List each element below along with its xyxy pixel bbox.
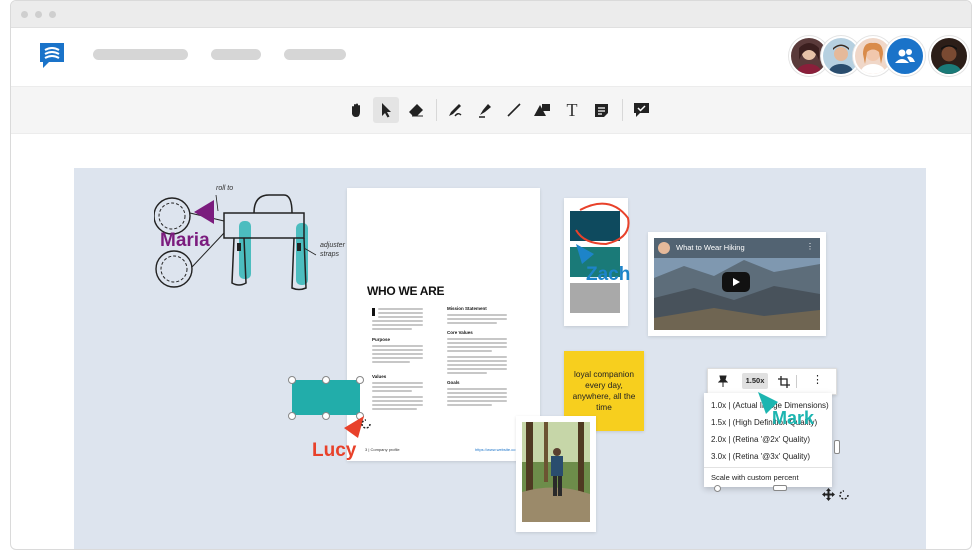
lucy-cursor-label: Lucy bbox=[312, 440, 357, 461]
document-footer-link[interactable]: https://www.website.co bbox=[475, 447, 515, 452]
app-header bbox=[11, 28, 971, 84]
resize-handle[interactable] bbox=[773, 485, 787, 491]
toolbar-separator bbox=[436, 99, 437, 121]
shapes-icon[interactable] bbox=[529, 97, 555, 123]
window-minimize-dot[interactable] bbox=[35, 11, 42, 18]
hiker-photo[interactable] bbox=[522, 422, 590, 522]
resize-handle[interactable] bbox=[288, 376, 296, 384]
document-heading: Values bbox=[372, 374, 387, 379]
resize-handle[interactable] bbox=[322, 412, 330, 420]
group-users-icon[interactable] bbox=[885, 36, 925, 76]
window-maximize-dot[interactable] bbox=[49, 11, 56, 18]
window-titlebar bbox=[11, 1, 971, 28]
resize-handle[interactable] bbox=[714, 485, 721, 492]
maria-cursor-icon bbox=[194, 200, 214, 224]
scale-option[interactable]: 2.0x | (Retina '@2x' Quality) bbox=[711, 435, 810, 444]
resize-handle[interactable] bbox=[288, 412, 296, 420]
nav-placeholder-3[interactable] bbox=[284, 49, 346, 60]
whiteboard-canvas[interactable]: roll to adjuster straps Maria WHO WE ARE… bbox=[74, 168, 926, 549]
drawing-toolbar: T bbox=[11, 86, 971, 134]
rotate-icon[interactable] bbox=[838, 489, 850, 501]
video-menu-icon[interactable]: ⋮ bbox=[806, 242, 814, 251]
document-title: WHO WE ARE bbox=[367, 284, 445, 298]
play-button[interactable] bbox=[722, 272, 750, 292]
nav-placeholder-2[interactable] bbox=[211, 49, 261, 60]
resize-handle[interactable] bbox=[356, 376, 364, 384]
scale-custom-option[interactable]: Scale with custom percent bbox=[711, 473, 799, 482]
text-icon[interactable]: T bbox=[559, 97, 585, 123]
pen-icon[interactable] bbox=[442, 97, 468, 123]
document-heading: Goals bbox=[447, 380, 460, 385]
avatar[interactable] bbox=[929, 36, 969, 76]
hand-icon[interactable] bbox=[344, 97, 370, 123]
sticky-note-icon[interactable] bbox=[588, 97, 614, 123]
comment-icon[interactable] bbox=[628, 97, 654, 123]
nav-placeholder-1[interactable] bbox=[93, 49, 188, 60]
video-embed-card[interactable]: What to Wear Hiking ⋮ bbox=[648, 232, 826, 336]
palette-swatch[interactable] bbox=[570, 283, 620, 313]
pin-icon[interactable] bbox=[717, 375, 729, 390]
toolbar-separator bbox=[622, 99, 623, 121]
window-close-dot[interactable] bbox=[21, 11, 28, 18]
menu-divider bbox=[704, 467, 832, 468]
mark-cursor-label: Mark bbox=[772, 408, 815, 428]
more-options-icon[interactable]: ⋮ bbox=[812, 373, 823, 386]
document-footer-left: 3 | Company profile bbox=[365, 447, 400, 452]
line-icon[interactable] bbox=[501, 97, 527, 123]
resize-handle[interactable] bbox=[834, 440, 840, 454]
scale-dropdown-button[interactable]: 1.50x bbox=[742, 373, 768, 389]
maria-cursor-label: Maria bbox=[160, 230, 210, 251]
video-title: What to Wear Hiking bbox=[676, 243, 745, 252]
zach-cursor-icon bbox=[576, 244, 594, 264]
app-logo-icon[interactable] bbox=[37, 40, 67, 70]
document-heading: Purpose bbox=[372, 337, 391, 342]
app-window: T roll to adjuster straps Maria WHO WE A… bbox=[10, 0, 972, 550]
rotate-icon[interactable] bbox=[360, 418, 372, 430]
move-icon[interactable] bbox=[822, 488, 835, 501]
teal-rectangle-shape[interactable] bbox=[292, 380, 360, 415]
eraser-icon[interactable] bbox=[403, 97, 429, 123]
sketch-label-roll: roll to bbox=[216, 185, 234, 192]
document-heading: Mission Statement bbox=[447, 306, 487, 311]
document-dropcap bbox=[372, 308, 375, 316]
scale-option[interactable]: 3.0x | (Retina '@3x' Quality) bbox=[711, 452, 810, 461]
pointer-icon[interactable] bbox=[373, 97, 399, 123]
toolbar-separator bbox=[796, 375, 797, 388]
document-heading: Core Values bbox=[447, 330, 473, 335]
resize-handle[interactable] bbox=[322, 376, 330, 384]
highlighter-icon[interactable] bbox=[472, 97, 498, 123]
document-who-we-are[interactable]: WHO WE ARE Purpose Values Mission Statem… bbox=[347, 188, 540, 461]
sticky-note-text: loyal companion every day, anywhere, all… bbox=[572, 369, 636, 412]
hiker-photo-card[interactable] bbox=[516, 416, 596, 532]
zach-cursor-label: Zach bbox=[586, 264, 631, 285]
